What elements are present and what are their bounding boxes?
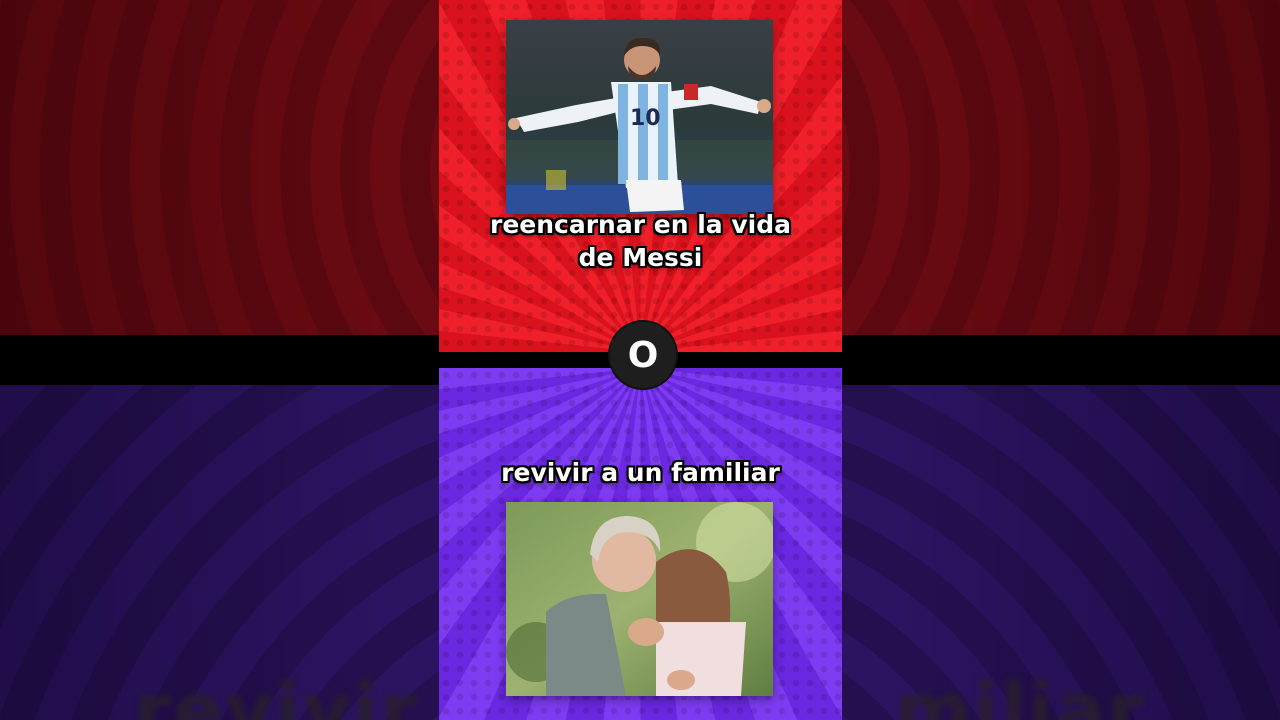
family-hug-photo (506, 502, 773, 696)
option-a-caption: reencarnar en la vida de Messi (439, 208, 842, 274)
or-divider: O (610, 322, 676, 388)
blurred-caption-right: miliar (894, 668, 1146, 720)
svg-text:10: 10 (630, 106, 661, 131)
option-b-panel[interactable]: revivir a un familiar (439, 368, 842, 720)
video-frame: revivir miliar 10 reencarnar en la vida … (0, 0, 1280, 720)
soccer-player-photo: 10 (506, 20, 773, 214)
option-b-caption: revivir a un familiar (501, 458, 780, 487)
option-a-panel[interactable]: 10 reencarnar en la vida de Messi (439, 0, 842, 352)
blurred-caption-left: revivir (134, 668, 419, 720)
or-label: O (627, 334, 659, 376)
option-a-caption-line1: reencarnar en la vida (490, 210, 791, 239)
option-a-caption-line2: de Messi (578, 243, 703, 272)
